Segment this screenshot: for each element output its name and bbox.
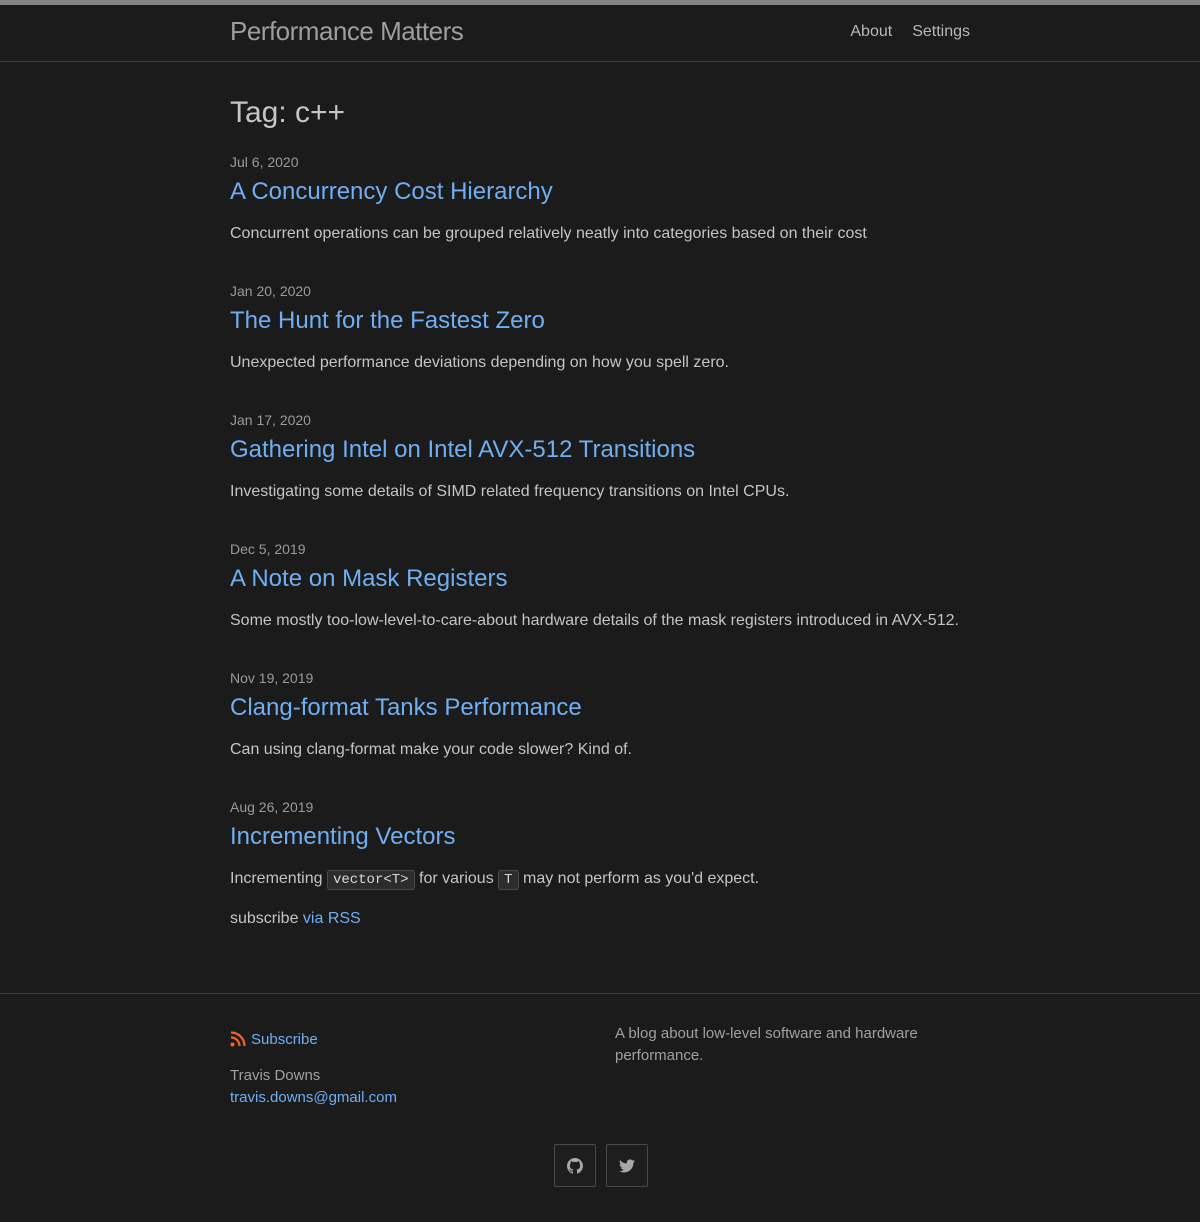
post-title-link[interactable]: A Concurrency Cost Hierarchy [230, 177, 970, 207]
post-title-link[interactable]: Clang-format Tanks Performance [230, 693, 970, 723]
post-date: Jul 6, 2020 [230, 154, 299, 170]
post-title-link[interactable]: The Hunt for the Fastest Zero [230, 306, 970, 336]
rss-link[interactable]: via RSS [303, 910, 361, 927]
excerpt-text: for various [414, 870, 499, 887]
nav-settings-link[interactable]: Settings [912, 23, 970, 41]
post-date: Dec 5, 2019 [230, 541, 306, 557]
rss-subscribe-line: subscribe via RSS [230, 907, 970, 931]
post-item: Jan 17, 2020 Gathering Intel on Intel AV… [230, 410, 970, 539]
post-item: Jul 6, 2020 A Concurrency Cost Hierarchy… [230, 152, 970, 281]
inline-code: T [498, 870, 519, 890]
rss-prefix-text: subscribe [230, 910, 303, 927]
twitter-icon [619, 1159, 635, 1173]
site-title-link[interactable]: Performance Matters [230, 16, 464, 47]
nav-about-link[interactable]: About [850, 23, 892, 41]
post-excerpt: Concurrent operations can be grouped rel… [230, 225, 867, 242]
post-title-link[interactable]: Gathering Intel on Intel AVX-512 Transit… [230, 435, 970, 465]
post-title-link[interactable]: A Note on Mask Registers [230, 564, 970, 594]
post-date: Aug 26, 2019 [230, 799, 314, 815]
post-date: Nov 19, 2019 [230, 670, 314, 686]
github-link[interactable] [554, 1144, 596, 1187]
post-excerpt: Investigating some details of SIMD relat… [230, 483, 790, 500]
github-icon [567, 1157, 583, 1174]
author-name: Travis Downs [230, 1067, 321, 1084]
site-description: A blog about low-level software and hard… [615, 1025, 918, 1064]
post-item: Dec 5, 2019 A Note on Mask Registers Som… [230, 539, 970, 668]
post-item: Jan 20, 2020 The Hunt for the Fastest Ze… [230, 281, 970, 410]
post-title-link[interactable]: Incrementing Vectors [230, 822, 970, 852]
post-excerpt: Incrementing vector<T> for various T may… [230, 867, 970, 892]
footer-contact: Subscribe Travis Downs travis.downs@gmai… [230, 1028, 600, 1109]
rss-icon [230, 1031, 246, 1047]
post-date: Jan 17, 2020 [230, 412, 311, 428]
post-list: Jul 6, 2020 A Concurrency Cost Hierarchy… [230, 152, 970, 926]
excerpt-text: may not perform as you'd expect. [518, 870, 760, 887]
main-content: Tag: c++ Jul 6, 2020 A Concurrency Cost … [230, 95, 970, 931]
post-item: Nov 19, 2019 Clang-format Tanks Performa… [230, 668, 970, 797]
excerpt-text: Incrementing [230, 870, 327, 887]
inline-code: vector<T> [326, 870, 415, 890]
main-nav: About Settings [850, 23, 970, 41]
post-excerpt: Can using clang-format make your code sl… [230, 741, 632, 758]
twitter-link[interactable] [606, 1144, 648, 1187]
post-date: Jan 20, 2020 [230, 283, 311, 299]
social-links [554, 1144, 648, 1187]
site-header: Performance Matters About Settings [0, 5, 1200, 62]
site-footer: Subscribe Travis Downs travis.downs@gmai… [0, 993, 1200, 1222]
page-heading: Tag: c++ [230, 96, 346, 129]
post-excerpt: Unexpected performance deviations depend… [230, 354, 729, 371]
post-excerpt: Some mostly too-low-level-to-care-about … [230, 612, 959, 629]
author-email-link[interactable]: travis.downs@gmail.com [230, 1087, 600, 1109]
footer-subscribe: Subscribe [230, 1028, 600, 1050]
footer-subscribe-link[interactable]: Subscribe [251, 1031, 318, 1048]
